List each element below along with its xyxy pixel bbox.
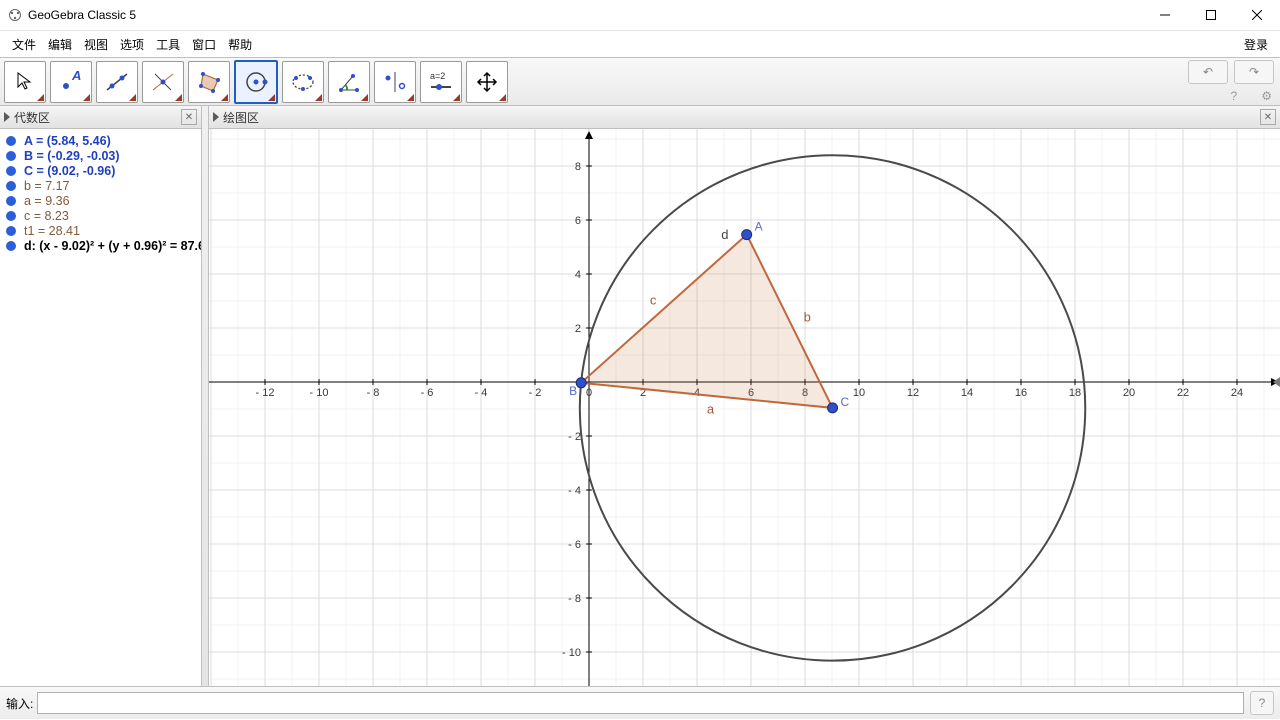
svg-text:8: 8 <box>575 161 581 173</box>
svg-text:- 12: - 12 <box>256 387 275 399</box>
menubar: 文件 编辑 视图 选项 工具 窗口 帮助 登录 <box>0 31 1280 58</box>
svg-text:4: 4 <box>575 269 581 281</box>
graphics-title: 绘图区 <box>223 109 259 126</box>
window-title: GeoGebra Classic 5 <box>28 8 136 22</box>
svg-text:- 6: - 6 <box>421 387 434 399</box>
algebra-header[interactable]: 代数区 ✕ <box>0 106 201 129</box>
svg-text:a=2: a=2 <box>430 71 445 81</box>
svg-text:10: 10 <box>853 387 865 399</box>
chevron-right-icon <box>213 112 219 122</box>
close-button[interactable] <box>1234 0 1280 30</box>
svg-text:- 10: - 10 <box>562 647 581 659</box>
menu-window[interactable]: 窗口 <box>186 34 222 55</box>
algebra-item[interactable]: t1 = 28.41 <box>6 224 195 238</box>
tool-point[interactable]: A <box>50 61 92 103</box>
svg-text:a: a <box>707 401 715 416</box>
svg-text:6: 6 <box>575 215 581 227</box>
svg-text:- 8: - 8 <box>367 387 380 399</box>
svg-text:A: A <box>71 68 81 83</box>
algebra-item[interactable]: b = 7.17 <box>6 179 195 193</box>
panels: 代数区 ✕ A = (5.84, 5.46)B = (-0.29, -0.03)… <box>0 106 1280 686</box>
svg-text:c: c <box>650 293 657 308</box>
svg-text:14: 14 <box>961 387 973 399</box>
svg-text:- 2: - 2 <box>568 431 581 443</box>
svg-text:12: 12 <box>907 387 919 399</box>
tool-line[interactable] <box>96 61 138 103</box>
redo-button[interactable]: ↷ <box>1234 60 1274 84</box>
svg-text:18: 18 <box>1069 387 1081 399</box>
panel-divider[interactable] <box>202 106 209 686</box>
input-bar: 输入: ? <box>0 686 1280 719</box>
menu-file[interactable]: 文件 <box>6 34 42 55</box>
help-icon[interactable]: ? <box>1231 89 1238 103</box>
gear-icon[interactable]: ⚙ <box>1261 89 1272 103</box>
algebra-item[interactable]: A = (5.84, 5.46) <box>6 134 195 148</box>
minimize-button[interactable] <box>1142 0 1188 30</box>
tool-slider[interactable]: a=2 <box>420 61 462 103</box>
svg-text:- 4: - 4 <box>568 485 581 497</box>
svg-text:- 2: - 2 <box>529 387 542 399</box>
algebra-title: 代数区 <box>14 109 50 126</box>
command-input[interactable] <box>37 692 1244 714</box>
svg-text:A: A <box>755 220 763 234</box>
menu-help[interactable]: 帮助 <box>222 34 258 55</box>
svg-text:2: 2 <box>575 323 581 335</box>
svg-text:20: 20 <box>1123 387 1135 399</box>
svg-text:- 4: - 4 <box>475 387 488 399</box>
toolbar: A a=2 ↶ ↷ ? ⚙ <box>0 58 1280 106</box>
input-help-icon[interactable]: ? <box>1250 691 1274 715</box>
titlebar: GeoGebra Classic 5 <box>0 0 1280 31</box>
svg-text:B: B <box>569 384 577 398</box>
tool-perpendicular[interactable] <box>142 61 184 103</box>
svg-text:d: d <box>721 227 728 242</box>
algebra-item[interactable]: a = 9.36 <box>6 194 195 208</box>
tool-transform[interactable] <box>374 61 416 103</box>
algebra-item[interactable]: C = (9.02, -0.96) <box>6 164 195 178</box>
menu-tools[interactable]: 工具 <box>150 34 186 55</box>
algebra-panel: 代数区 ✕ A = (5.84, 5.46)B = (-0.29, -0.03)… <box>0 106 202 686</box>
graphics-close-icon[interactable]: ✕ <box>1260 109 1276 125</box>
menu-view[interactable]: 视图 <box>78 34 114 55</box>
menu-edit[interactable]: 编辑 <box>42 34 78 55</box>
svg-text:0: 0 <box>586 387 592 399</box>
algebra-close-icon[interactable]: ✕ <box>181 109 197 125</box>
input-label: 输入: <box>6 695 33 712</box>
svg-text:16: 16 <box>1015 387 1027 399</box>
svg-text:- 6: - 6 <box>568 539 581 551</box>
tool-move-view[interactable] <box>466 61 508 103</box>
graphics-canvas[interactable]: - 12- 10- 8- 6- 4- 202468101214161820222… <box>209 129 1280 686</box>
undo-button[interactable]: ↶ <box>1188 60 1228 84</box>
svg-text:22: 22 <box>1177 387 1189 399</box>
svg-text:C: C <box>841 395 850 409</box>
maximize-button[interactable] <box>1188 0 1234 30</box>
app-icon <box>8 8 22 22</box>
tool-circle[interactable] <box>234 60 278 104</box>
tool-move[interactable] <box>4 61 46 103</box>
tool-polygon[interactable] <box>188 61 230 103</box>
graphics-panel: 绘图区 ✕ - 12- 10- 8- 6- 4- 202468101214161… <box>209 106 1280 686</box>
tool-angle[interactable] <box>328 61 370 103</box>
algebra-item[interactable]: B = (-0.29, -0.03) <box>6 149 195 163</box>
svg-text:b: b <box>804 309 811 324</box>
svg-text:24: 24 <box>1231 387 1243 399</box>
svg-text:- 10: - 10 <box>310 387 329 399</box>
tool-conic[interactable] <box>282 61 324 103</box>
graphics-header[interactable]: 绘图区 ✕ <box>209 106 1280 129</box>
chevron-right-icon <box>4 112 10 122</box>
login-link[interactable]: 登录 <box>1238 34 1274 55</box>
svg-text:- 8: - 8 <box>568 593 581 605</box>
algebra-item[interactable]: c = 8.23 <box>6 209 195 223</box>
menu-options[interactable]: 选项 <box>114 34 150 55</box>
algebra-item[interactable]: d: (x - 9.02)² + (y + 0.96)² = 87.6 <box>6 239 195 253</box>
algebra-list: A = (5.84, 5.46)B = (-0.29, -0.03)C = (9… <box>0 129 201 686</box>
